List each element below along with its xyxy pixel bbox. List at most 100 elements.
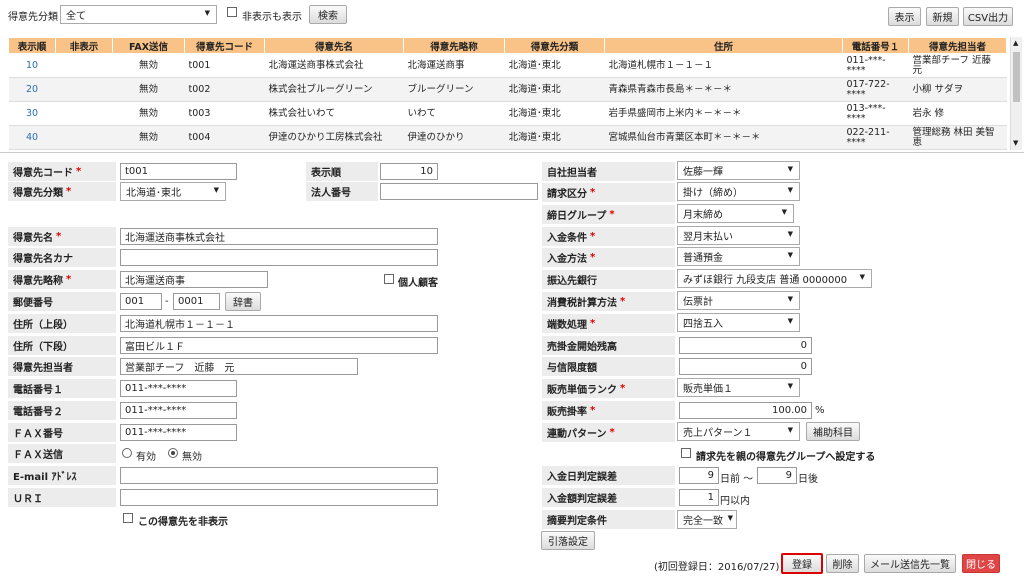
paymethod-select[interactable]: 普通預金 ▼ [677,247,800,266]
uri-label: ＵＲＩ [8,488,116,507]
col-header-category[interactable]: 得意先分類 [504,37,605,54]
parent-group-label: 請求先を親の得意先グループへ設定する [696,452,876,463]
corp-no-field[interactable] [380,183,538,200]
debit-setting-button[interactable]: 引落設定 [541,531,595,550]
individual-checkbox[interactable] [384,274,394,285]
dictionary-button[interactable]: 辞書 [225,292,261,311]
table-row[interactable]: 30 無効 t003 株式会社いわて いわて 北海道･東北 岩手県盛岡市上米内＊… [8,101,1007,126]
category-filter-select[interactable]: 全て ▼ [60,5,217,24]
row-tel: 022-211-**** [842,125,909,150]
code-field[interactable]: t001 [120,163,237,180]
ar-balance-field[interactable]: 0 [679,337,812,354]
zip1-field[interactable]: 001 [120,293,162,310]
fax-send-label: ＦＡＸ送信 [8,444,116,463]
new-button[interactable]: 新規 [926,7,959,26]
show-hidden-checkbox[interactable] [227,7,237,18]
tel2-label: 電話番号２ [8,401,116,420]
price-rank-select[interactable]: 販売単価１ ▼ [677,378,800,397]
table-scrollbar[interactable]: ▲ ▼ [1010,37,1022,150]
zip2-field[interactable]: 0001 [173,293,220,310]
col-header-fax[interactable]: FAX送信 [112,37,185,54]
row-tel: 013-***-**** [842,101,909,126]
order-field[interactable]: 10 [380,163,438,180]
address1-field[interactable]: 北海道札幌市１－１－１ [120,315,438,332]
search-button[interactable]: 検索 [309,5,347,24]
day-before-field[interactable]: 9 [679,467,719,484]
fax-off-radio[interactable] [168,448,178,459]
zip-separator: - [165,296,169,307]
delete-button[interactable]: 削除 [826,554,859,573]
hide-customer-checkbox[interactable] [123,513,133,524]
row-order-link[interactable]: 20 [8,77,56,102]
short-name-field[interactable]: 北海運送商事 [120,271,268,288]
email-field[interactable] [120,467,438,484]
table-row[interactable]: 10 無効 t001 北海運送商事株式会社 北海運送商事 北海道･東北 北海道札… [8,53,1007,78]
table-row[interactable]: 20 無効 t002 株式会社ブルーグリーン ブルーグリーン 北海道･東北 青森… [8,77,1007,102]
row-category: 北海道･東北 [504,101,605,126]
summary-select[interactable]: 完全一致 ▼ [677,510,737,529]
scroll-up-icon[interactable]: ▲ [1013,39,1018,47]
table-row[interactable]: 40 無効 t004 伊達のひかり工房株式会社 伊達のひかり 北海道･東北 宮城… [8,125,1007,150]
pattern-select[interactable]: 売上パターン１ ▼ [677,422,800,441]
scroll-down-icon[interactable]: ▼ [1013,139,1018,147]
col-header-order[interactable]: 表示順 [8,37,56,54]
row-hidden [55,77,113,102]
tax-select[interactable]: 伝票計 ▼ [677,291,800,310]
col-header-short[interactable]: 得意先略称 [403,37,505,54]
payterm-label: 入金条件 * [542,227,675,246]
row-short: 北海運送商事 [403,53,505,78]
close-button[interactable]: 閉じる [962,554,1000,573]
row-order-link[interactable]: 40 [8,125,56,150]
credit-limit-field[interactable]: 0 [679,358,812,375]
parent-group-checkbox[interactable] [681,448,691,459]
order-label: 表示順 [306,162,378,181]
uri-field[interactable] [120,489,438,506]
col-header-name[interactable]: 得意先名 [264,37,404,54]
subaccount-button[interactable]: 補助科目 [806,422,860,441]
row-short: いわて [403,101,505,126]
day-after-field[interactable]: 9 [757,467,797,484]
fax-off-label: 無効 [182,452,202,463]
col-header-person[interactable]: 得意先担当者 [908,37,1007,54]
col-header-tel[interactable]: 電話番号１ [842,37,909,54]
chevron-down-icon: ▼ [787,295,793,303]
fax-on-label: 有効 [136,452,156,463]
tel2-field[interactable]: 011-***-**** [120,402,237,419]
mail-recipients-button[interactable]: メール送信先一覧 [864,554,956,573]
pattern-value: 売上パターン１ [683,428,753,439]
category-select[interactable]: 北海道･東北 ▼ [120,182,226,201]
kana-field[interactable] [120,249,438,266]
closing-select[interactable]: 月末締め ▼ [677,204,794,223]
chevron-down-icon: ▼ [787,382,793,390]
row-code: t002 [184,77,265,102]
col-header-address[interactable]: 住所 [604,37,843,54]
billing-select[interactable]: 掛け（締め） ▼ [677,182,800,201]
fax-label: ＦＡＸ番号 [8,423,116,442]
person-field[interactable]: 営業部チーフ 近藤 元 [120,358,358,375]
address2-label: 住所（下段） [8,336,116,355]
fax-field[interactable]: 011-***-**** [120,424,237,441]
row-name: 株式会社ブルーグリーン [264,77,404,102]
col-header-code[interactable]: 得意先コード [184,37,265,54]
scroll-thumb[interactable] [1013,52,1020,102]
csv-export-button[interactable]: CSV出力 [963,7,1013,26]
row-order-link[interactable]: 10 [8,53,56,78]
payterm-select[interactable]: 翌月末払い ▼ [677,226,800,245]
row-order-link[interactable]: 30 [8,101,56,126]
row-hidden [55,101,113,126]
sales-rate-field[interactable]: 100.00 [679,402,812,419]
display-button[interactable]: 表示 [888,7,921,26]
row-address: 青森県青森市長島＊－＊－＊ [604,77,843,102]
staff-select[interactable]: 佐藤一輝 ▼ [677,161,800,180]
individual-label: 個人顧客 [398,278,438,289]
name-field[interactable]: 北海運送商事株式会社 [120,228,438,245]
col-header-hidden[interactable]: 非表示 [55,37,113,54]
tel1-field[interactable]: 011-***-**** [120,380,237,397]
register-button[interactable]: 登録 [781,553,823,574]
bank-select[interactable]: みずほ銀行 九段支店 普通 0000000 ▼ [677,269,872,288]
rounding-select[interactable]: 四捨五入 ▼ [677,313,800,332]
bank-label: 振込先銀行 [542,270,675,289]
amount-diff-field[interactable]: 1 [679,489,719,506]
fax-on-radio[interactable] [122,448,132,459]
address2-field[interactable]: 富田ビル１Ｆ [120,337,438,354]
